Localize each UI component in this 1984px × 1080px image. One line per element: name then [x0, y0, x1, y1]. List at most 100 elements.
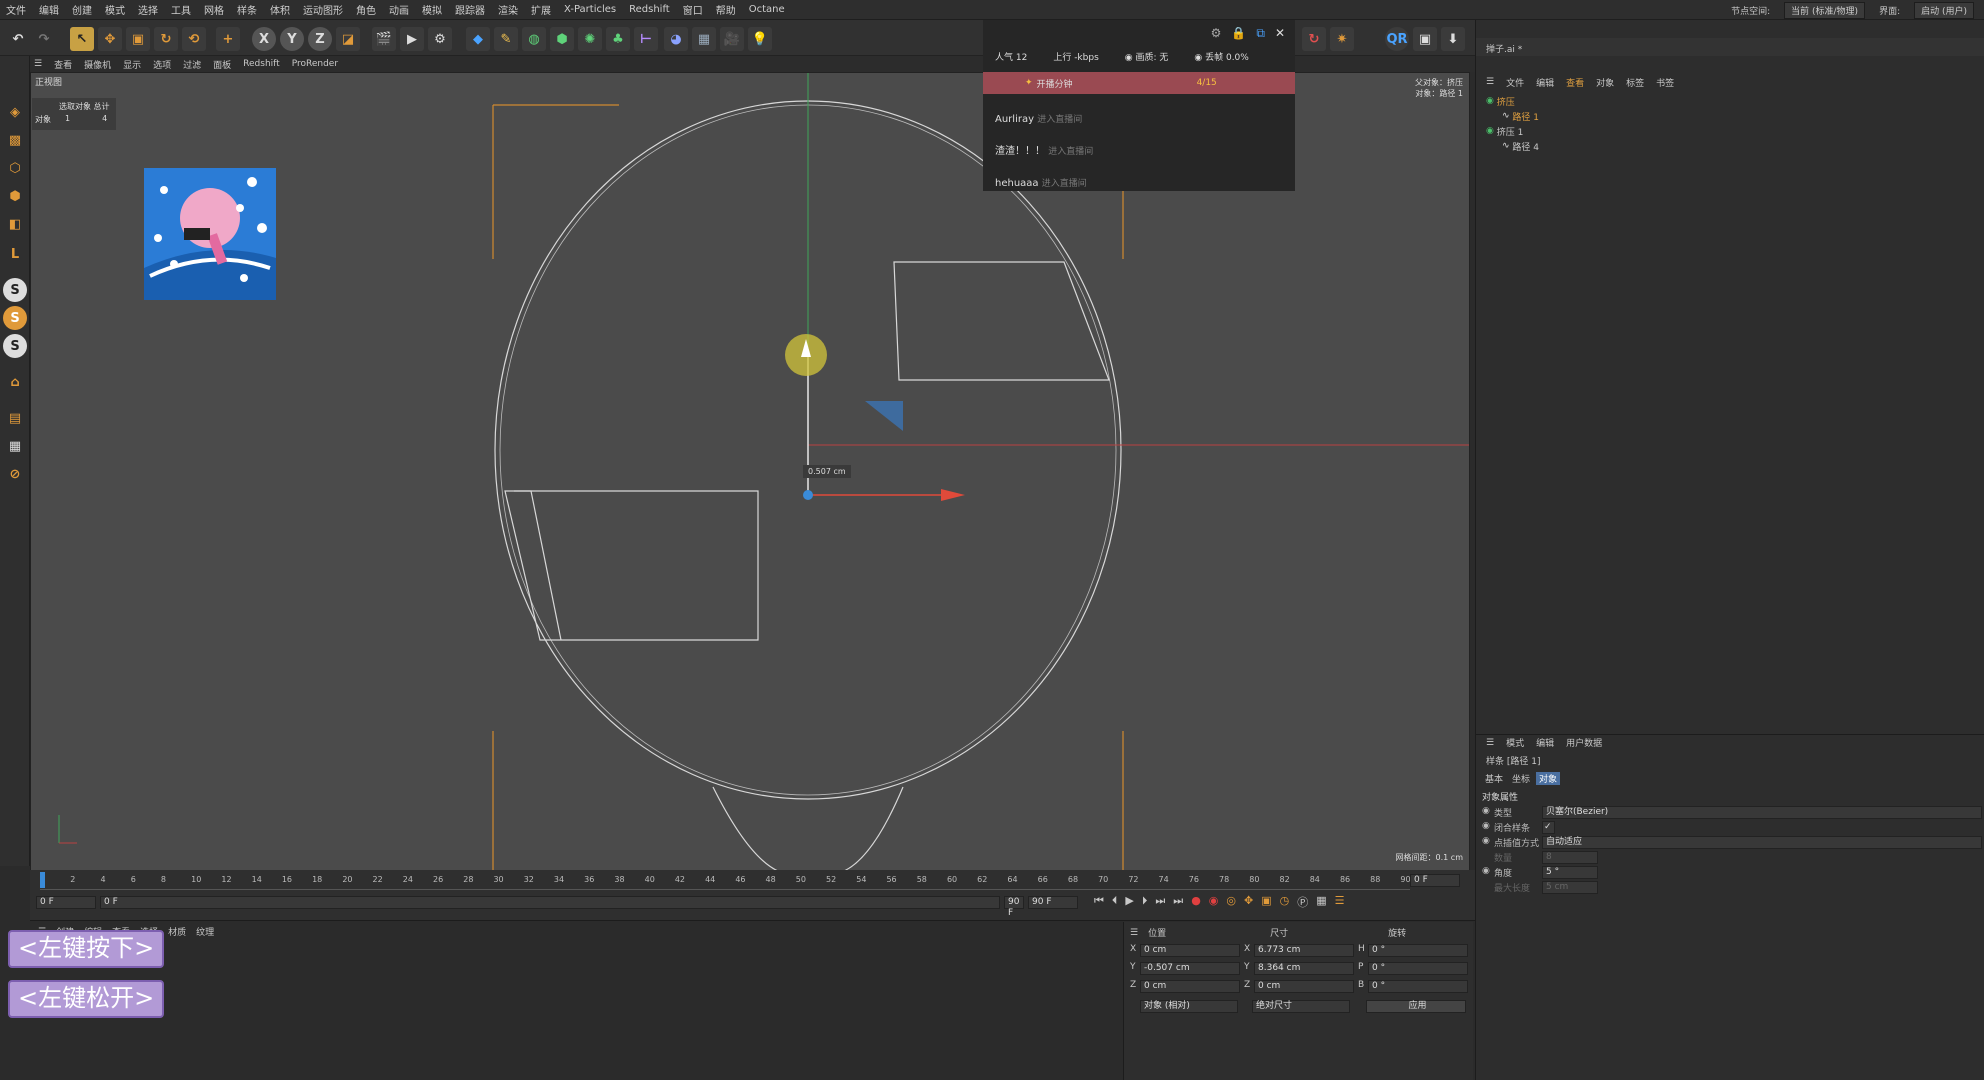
- menu-volume[interactable]: 体积: [270, 2, 290, 17]
- floor-icon[interactable]: ▦: [692, 27, 716, 51]
- keyframe-rotate-icon[interactable]: ◷: [1280, 894, 1290, 910]
- lock-icon[interactable]: ⊘: [3, 462, 27, 486]
- z-axis-icon[interactable]: Z: [308, 27, 332, 51]
- field-icon[interactable]: ◕: [664, 27, 688, 51]
- current-frame-field[interactable]: 0 F: [100, 895, 1000, 909]
- redo-icon[interactable]: ↷: [32, 27, 56, 51]
- place-tool-icon[interactable]: +: [216, 27, 240, 51]
- menu-file[interactable]: 文件: [6, 2, 26, 17]
- prop-type-select[interactable]: 贝塞尔(Bezier): [1542, 806, 1982, 819]
- subdivision-icon[interactable]: ◍: [522, 27, 546, 51]
- make-editable-icon[interactable]: ◈: [3, 100, 27, 124]
- close-icon[interactable]: ✕: [1275, 26, 1285, 41]
- rect-spline-top[interactable]: [893, 261, 1110, 381]
- vp-menu-filter[interactable]: 过滤: [183, 58, 201, 71]
- attr-tab-edit[interactable]: 编辑: [1536, 736, 1554, 749]
- cube-icon[interactable]: ◆: [466, 27, 490, 51]
- prop-maxlength-field[interactable]: 5 cm: [1542, 881, 1598, 894]
- prop-angle-field[interactable]: 5 °: [1542, 866, 1598, 879]
- transform-tool-icon[interactable]: ⟲: [182, 27, 206, 51]
- rotate-tool-icon[interactable]: ↻: [154, 27, 178, 51]
- menu-render[interactable]: 渲染: [498, 2, 518, 17]
- plugin-icon-2[interactable]: ✷: [1330, 27, 1354, 51]
- prop-number-field[interactable]: 8: [1542, 851, 1598, 864]
- settings-icon[interactable]: ⚙: [1211, 26, 1222, 41]
- size-y-field[interactable]: 8.364 cm: [1254, 962, 1354, 975]
- prev-key-icon[interactable]: ⏴: [1112, 894, 1118, 910]
- axis-mode-icon[interactable]: L: [3, 242, 27, 266]
- attr-subtab-object[interactable]: 对象: [1536, 772, 1561, 785]
- rot-h-field[interactable]: 0 °: [1368, 944, 1468, 957]
- pos-y-field[interactable]: -0.507 cm: [1140, 962, 1240, 975]
- camera-icon[interactable]: 🎥: [720, 27, 744, 51]
- timeline-menu-icon[interactable]: ☰: [1335, 894, 1345, 910]
- menu-extensions[interactable]: 扩展: [531, 2, 551, 17]
- size-mode-dropdown[interactable]: 绝对尺寸: [1252, 1000, 1350, 1013]
- coord-menu-icon[interactable]: ☰: [1130, 928, 1138, 938]
- keyframe-scale-icon[interactable]: ▣: [1261, 894, 1271, 910]
- object-row[interactable]: ∿ 路径 4: [1502, 139, 1539, 153]
- keyframe-grid-icon[interactable]: ▦: [1316, 894, 1326, 910]
- object-row[interactable]: ◉ 挤压 1: [1486, 124, 1523, 138]
- mat-menu-material[interactable]: 材质: [168, 925, 186, 938]
- vp-menu-prorender[interactable]: ProRender: [292, 59, 338, 69]
- goto-end-icon[interactable]: ⏭: [1173, 894, 1183, 910]
- obj-tab-object[interactable]: 对象: [1596, 76, 1614, 89]
- x-axis-icon[interactable]: X: [252, 27, 276, 51]
- keyframe-icon[interactable]: ◎: [1226, 894, 1236, 910]
- menu-character[interactable]: 角色: [356, 2, 376, 17]
- undo-icon[interactable]: ↶: [6, 27, 30, 51]
- object-row[interactable]: ◉ 挤压: [1486, 94, 1515, 108]
- cloner-icon[interactable]: ✺: [578, 27, 602, 51]
- viewport-menu-icon[interactable]: ☰: [34, 59, 42, 69]
- vp-menu-options[interactable]: 选项: [153, 58, 171, 71]
- menu-create[interactable]: 创建: [72, 2, 92, 17]
- deformer-icon[interactable]: ⊢: [634, 27, 658, 51]
- select-tool-icon[interactable]: ↖: [70, 27, 94, 51]
- obj-tab-bookmark[interactable]: 书签: [1656, 76, 1674, 89]
- plugin-icon-3[interactable]: QR: [1385, 27, 1409, 51]
- autokey-icon[interactable]: ◉: [1209, 894, 1219, 910]
- objects-menu-icon[interactable]: ☰: [1486, 77, 1494, 87]
- grid-icon[interactable]: ▦: [3, 434, 27, 458]
- timeline-playhead[interactable]: [40, 872, 45, 888]
- menu-window[interactable]: 窗口: [683, 2, 703, 17]
- coordinate-system-icon[interactable]: ◪: [336, 27, 360, 51]
- pen-icon[interactable]: ✎: [494, 27, 518, 51]
- prop-closed-checkbox[interactable]: ✓: [1542, 821, 1555, 834]
- timeline-end-field[interactable]: 0 F: [1410, 874, 1460, 887]
- axis-origin[interactable]: [803, 490, 813, 500]
- vp-menu-redshift[interactable]: Redshift: [243, 59, 280, 69]
- max-frame-field-2[interactable]: 90 F: [1028, 895, 1078, 909]
- snap-icon-2[interactable]: S: [3, 306, 27, 330]
- next-frame-icon[interactable]: ⏭: [1155, 894, 1165, 910]
- menu-spline[interactable]: 样条: [237, 2, 257, 17]
- menu-tools[interactable]: 工具: [171, 2, 191, 17]
- rot-p-field[interactable]: 0 °: [1368, 962, 1468, 975]
- move-tool-icon[interactable]: ✥: [98, 27, 122, 51]
- play-icon[interactable]: ▶: [1125, 894, 1133, 910]
- texture-mode-icon[interactable]: ▩: [3, 128, 27, 152]
- menu-mode[interactable]: 模式: [105, 2, 125, 17]
- mograph-icon[interactable]: ♣: [606, 27, 630, 51]
- vp-menu-view[interactable]: 查看: [54, 58, 72, 71]
- record-icon[interactable]: ●: [1191, 894, 1201, 910]
- snap-icon-3[interactable]: S: [3, 334, 27, 358]
- menu-edit[interactable]: 编辑: [39, 2, 59, 17]
- menu-redshift[interactable]: Redshift: [629, 4, 670, 15]
- scale-tool-icon[interactable]: ▣: [126, 27, 150, 51]
- keyframe-param-icon[interactable]: Ⓟ: [1297, 894, 1308, 910]
- y-axis-icon[interactable]: Y: [280, 27, 304, 51]
- plugin-icon-4[interactable]: ▣: [1413, 27, 1437, 51]
- attr-subtab-basic[interactable]: 基本: [1482, 772, 1506, 785]
- pos-x-field[interactable]: 0 cm: [1140, 944, 1240, 957]
- attr-menu-icon[interactable]: ☰: [1486, 738, 1494, 748]
- mat-menu-texture[interactable]: 纹理: [196, 925, 214, 938]
- obj-tab-tag[interactable]: 标签: [1626, 76, 1644, 89]
- vp-menu-display[interactable]: 显示: [123, 58, 141, 71]
- magnet-icon[interactable]: ⌂: [3, 370, 27, 394]
- workplane-icon[interactable]: ▤: [3, 406, 27, 430]
- vp-menu-panel[interactable]: 面板: [213, 58, 231, 71]
- menu-mesh[interactable]: 网格: [204, 2, 224, 17]
- menu-tracker[interactable]: 跟踪器: [455, 2, 485, 17]
